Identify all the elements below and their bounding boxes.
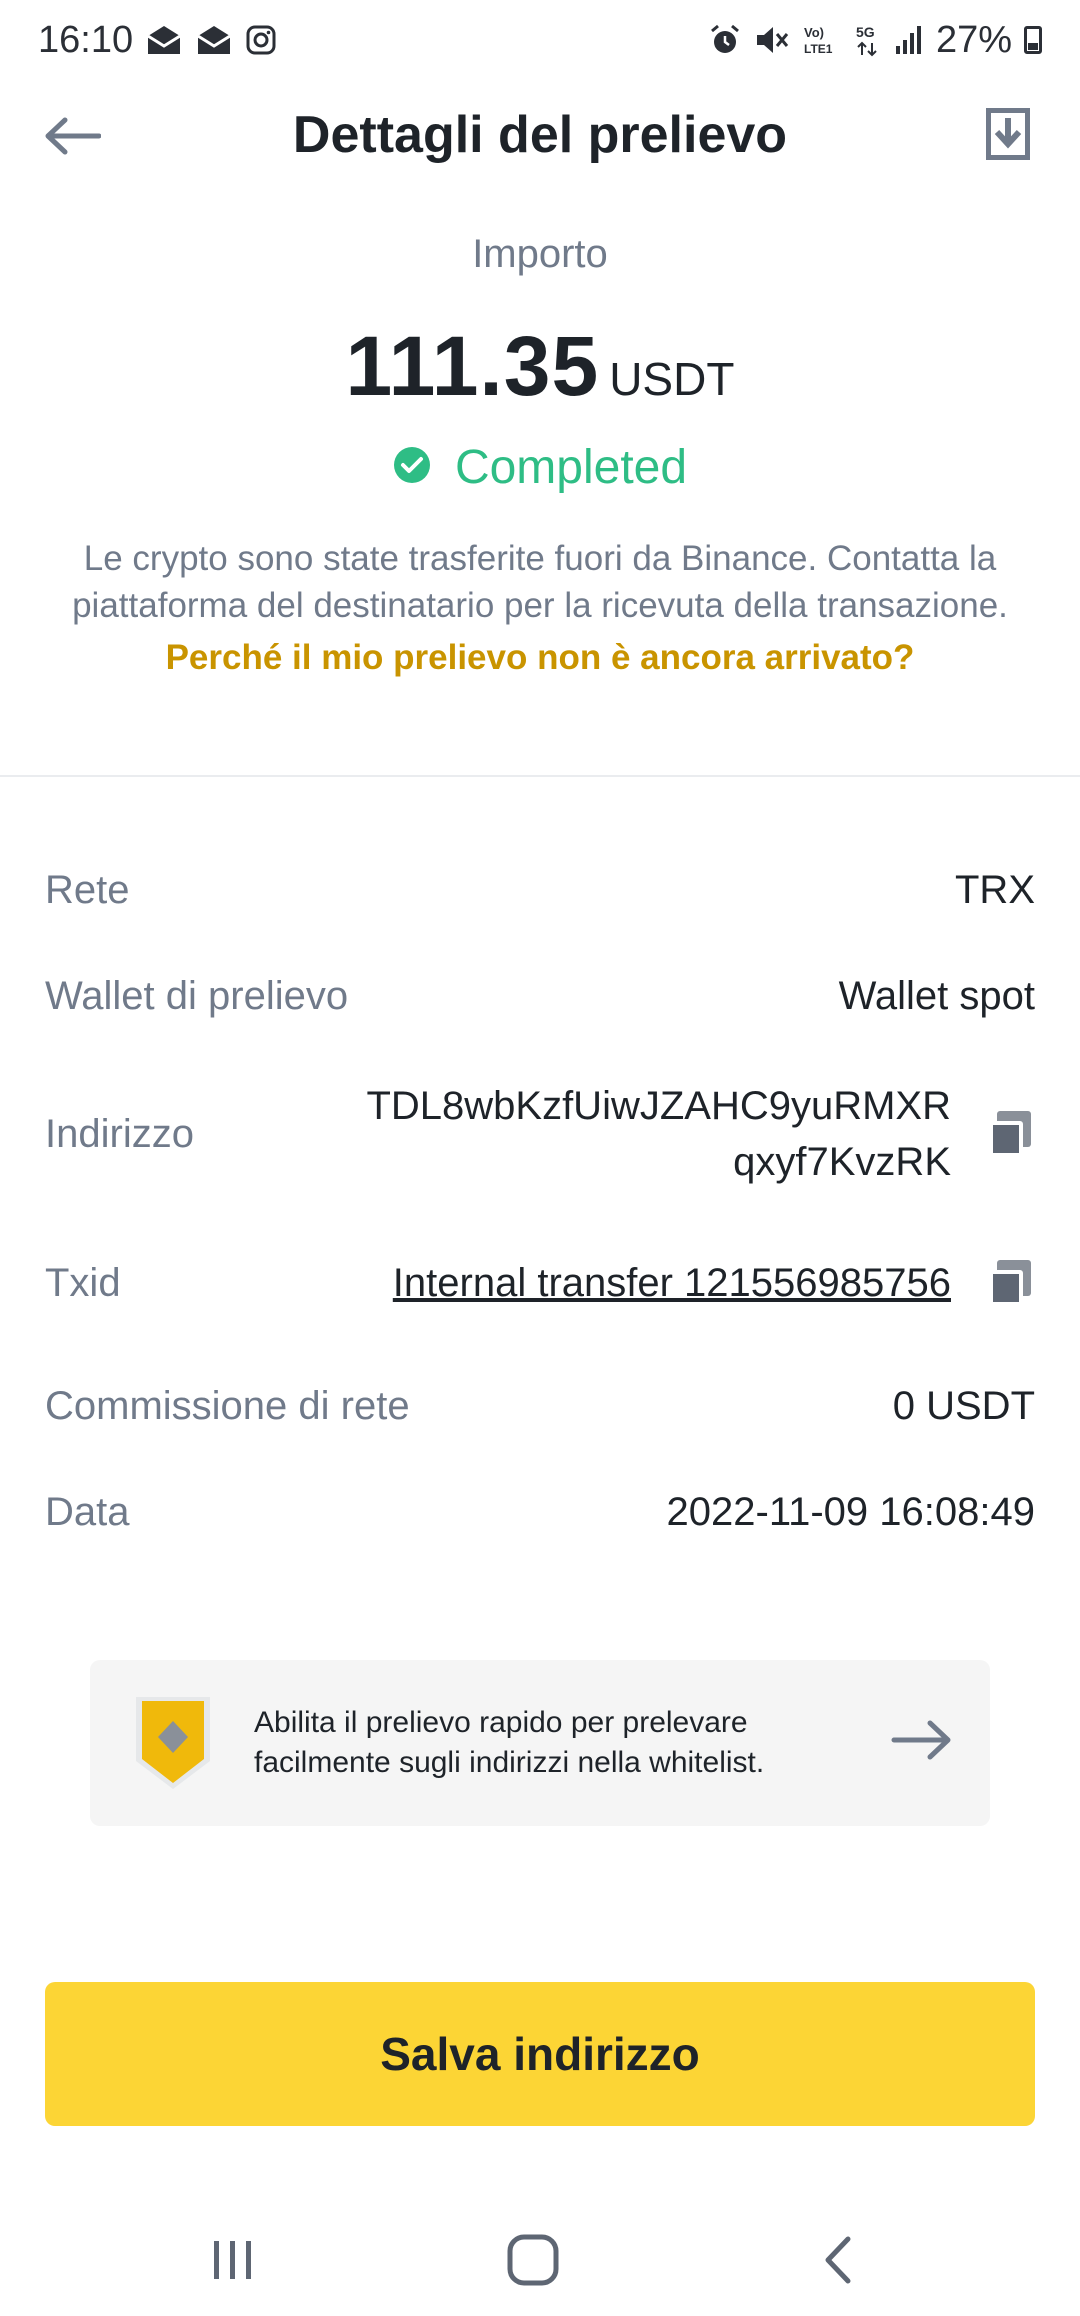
status-right: Vo) LTE1 5G 27%	[708, 19, 1042, 62]
battery-percent: 27%	[935, 18, 1012, 61]
amount-value: 111.35	[345, 319, 600, 413]
status-time: 16:10	[38, 18, 134, 61]
header: Dettagli del prelievo	[0, 90, 1080, 180]
status-badge: Completed	[454, 441, 688, 494]
back-arrow-icon[interactable]	[42, 106, 102, 166]
instagram-icon	[245, 24, 277, 56]
detail-row-wallet: Wallet di prelievo Wallet spot	[45, 974, 1035, 1019]
fast-withdrawal-promo[interactable]: Abilita il prelievo rapido per prelevare…	[90, 1660, 990, 1826]
email-icon	[195, 24, 233, 56]
withdrawal-details-screen: 16:10 Vo) LTE1 5G 27% Dettagli del preli…	[0, 0, 1080, 2316]
detail-row-txid: Txid Internal transfer 121556985756	[45, 1258, 1035, 1308]
detail-row-network: Rete TRX	[45, 868, 1035, 913]
copy-icon[interactable]	[985, 1109, 1035, 1159]
address-line-2: qxyf7KvzRK	[733, 1140, 951, 1184]
detail-row-date: Data 2022-11-09 16:08:49	[45, 1490, 1035, 1535]
signal-icon	[894, 24, 924, 56]
alarm-icon	[708, 23, 742, 57]
arrow-right-icon	[890, 1718, 954, 1768]
amount-label: Importo	[472, 232, 608, 276]
email-icon	[145, 24, 183, 56]
detail-label: Indirizzo	[45, 1111, 194, 1156]
detail-value: TRX	[955, 868, 1035, 912]
svg-text:Vo): Vo)	[804, 25, 824, 40]
status-left: 16:10	[38, 19, 277, 62]
detail-label: Txid	[45, 1260, 121, 1305]
address-line-1: TDL8wbKzfUiwJZAHC9yuRMXR	[366, 1084, 951, 1128]
volte-icon: Vo) LTE1	[802, 23, 842, 57]
address-value: TDL8wbKzfUiwJZAHC9yuRMXR qxyf7KvzRK	[366, 1078, 951, 1190]
divider	[0, 775, 1080, 777]
check-circle-icon	[393, 446, 431, 489]
shield-icon	[130, 1693, 216, 1793]
mute-icon	[754, 23, 790, 57]
detail-value: 0 USDT	[892, 1384, 1035, 1428]
detail-row-fee: Commissione di rete 0 USDT	[45, 1384, 1035, 1429]
page-title: Dettagli del prelievo	[292, 106, 788, 164]
detail-value: 2022-11-09 16:08:49	[666, 1490, 1035, 1534]
help-link[interactable]: Perché il mio prelievo non è ancora arri…	[0, 638, 1080, 678]
detail-label: Rete	[45, 868, 130, 912]
detail-row-address: Indirizzo TDL8wbKzfUiwJZAHC9yuRMXR qxyf7…	[45, 1078, 1035, 1190]
svg-text:LTE1: LTE1	[804, 42, 833, 56]
recent-apps-icon[interactable]	[193, 2220, 273, 2300]
txid-value-wrap: Internal transfer 121556985756	[393, 1258, 1035, 1308]
svg-text:5G: 5G	[856, 24, 875, 40]
download-icon[interactable]	[978, 102, 1038, 166]
save-address-button[interactable]: Salva indirizzo	[45, 1982, 1035, 2126]
back-icon[interactable]	[798, 2220, 878, 2300]
promo-text: Abilita il prelievo rapido per prelevare…	[254, 1706, 765, 1779]
status-bar: 16:10 Vo) LTE1 5G 27%	[0, 0, 1080, 80]
status-description: Le crypto sono state trasferite fuori da…	[72, 539, 1008, 625]
home-icon[interactable]	[493, 2220, 573, 2300]
5g-icon: 5G	[854, 23, 882, 57]
system-navbar	[0, 2200, 1080, 2300]
status-row: Completed	[0, 440, 1080, 495]
copy-icon[interactable]	[985, 1258, 1035, 1308]
address-value-wrap: TDL8wbKzfUiwJZAHC9yuRMXR qxyf7KvzRK	[366, 1078, 1035, 1190]
detail-label: Data	[45, 1490, 130, 1534]
detail-label: Wallet di prelievo	[45, 974, 349, 1018]
amount-display: 111.35 USDT	[0, 318, 1080, 415]
detail-label: Commissione di rete	[45, 1384, 410, 1428]
battery-icon	[1024, 26, 1042, 54]
amount-currency: USDT	[609, 353, 735, 405]
txid-link[interactable]: Internal transfer 121556985756	[393, 1261, 951, 1306]
detail-value: Wallet spot	[838, 974, 1035, 1018]
